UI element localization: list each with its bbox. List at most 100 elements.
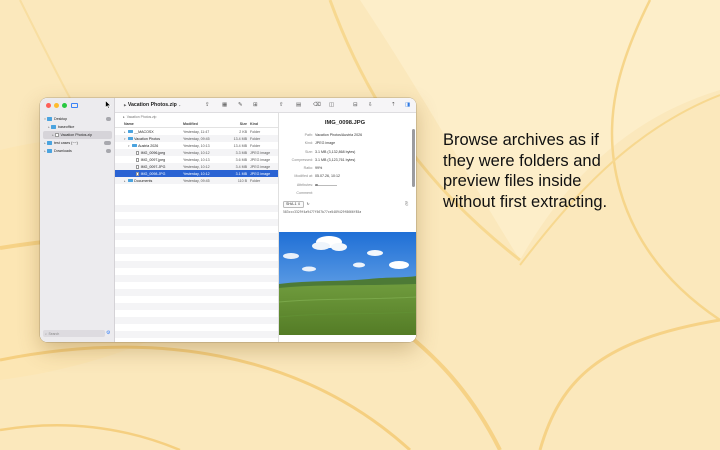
size-cell: 3.6 MB	[235, 157, 247, 162]
attributes-slider[interactable]	[315, 183, 337, 187]
size-cell: 3.3 MB	[235, 150, 247, 155]
folder-icon	[47, 141, 52, 145]
name-cell: ▾ Vacation Photos	[115, 137, 181, 141]
zoom-window-button[interactable]	[62, 103, 67, 108]
extract-icon[interactable]: ⇧	[279, 102, 284, 108]
property-key: Size:	[305, 149, 313, 154]
modified-cell: Yesterday, 09:45	[183, 136, 210, 141]
property-value: 05.07.26, 10:12	[315, 174, 340, 179]
sidebar-item-vacation-photos-zip[interactable]: ▸ Vacation Photos.zip	[43, 131, 112, 139]
refresh-icon[interactable]: ↻	[307, 202, 310, 206]
file-name: Vacation Photos	[134, 136, 160, 141]
delete-icon[interactable]: ⌫	[313, 102, 321, 108]
table-row[interactable]: ▾ Austria 2026 Yesterday, 10:13 13.4 MB Fold…	[115, 142, 278, 149]
table-row[interactable]: ▸ Documents Yesterday, 09:45 110 B Folder	[115, 177, 278, 184]
window-controls	[46, 103, 67, 108]
modified-cell: Yesterday, 10:12	[183, 164, 210, 169]
toolbox-icon[interactable]: ⊟	[353, 102, 358, 108]
hash-algorithm-label: SHA-1	[286, 202, 297, 207]
table-row[interactable]: ▸ __MACOSX Yesterday, 11:47 2 KB Folder	[115, 128, 278, 135]
size-cell: 13.4 MB	[233, 136, 247, 141]
minimize-window-button[interactable]	[54, 103, 59, 108]
sidebar-item-desktop[interactable]: ▾ Desktop	[40, 115, 115, 123]
tagline-line: preview files inside	[443, 172, 582, 190]
name-cell-content: ▸ Documents	[124, 179, 181, 183]
upload-icon[interactable]: ⇡	[391, 102, 396, 108]
table-row[interactable]: IMG_0097.JPG Yesterday, 10:12 3.4 MB JPEG i…	[115, 163, 278, 170]
kind-cell: Folder	[250, 178, 261, 183]
preview-scrollbar[interactable]	[412, 129, 415, 187]
kind-cell: Folder	[250, 143, 261, 148]
kind-cell: JPEG image	[250, 164, 271, 169]
chevron-down-icon[interactable]: ▾	[128, 144, 131, 148]
table-row[interactable]: ▾ Vacation Photos Yesterday, 09:45 13.4 MB F…	[115, 135, 278, 142]
chevron-down-icon[interactable]: ▾	[124, 137, 127, 141]
save-icon[interactable]: ⇩	[368, 102, 373, 108]
kind-cell: JPEG image	[250, 150, 271, 155]
folder-icon	[47, 117, 52, 121]
name-cell-content: IMG_0096.jpeg	[124, 150, 181, 155]
modified-cell: Yesterday, 10:13	[183, 157, 210, 162]
preview-panel-icon[interactable]: ◨	[405, 102, 410, 108]
edit-icon[interactable]: ✎	[238, 102, 243, 108]
file-name: Austria 2026	[138, 143, 159, 148]
name-cell: IMG_0097.jpeg	[115, 157, 181, 162]
sidebar-item-badge	[104, 140, 111, 145]
file-list: ▸ Vacation Photos.zip Name Modified Size…	[115, 113, 278, 342]
add-files-icon[interactable]: ⊞	[253, 102, 258, 108]
preview-property-row: Ratio: 99%	[279, 166, 411, 174]
image-file-icon	[136, 171, 140, 176]
preview-property-row: Kind: JPEG image	[279, 141, 411, 149]
file-name: IMG_0097.JPG	[140, 164, 166, 169]
table-row[interactable]: IMG_0096.jpeg Yesterday, 10:12 3.3 MB JPEG …	[115, 149, 278, 156]
property-key: Kind:	[304, 141, 313, 146]
archive-title[interactable]: ▶ Vacation Photos.zip ⌄	[124, 102, 181, 108]
modified-cell: Yesterday, 10:12	[183, 171, 210, 176]
modified-cell: Yesterday, 11:47	[183, 129, 210, 134]
tagline-line: without first extracting.	[443, 192, 608, 211]
chevron-down-icon[interactable]: ⌄	[178, 103, 181, 107]
close-window-button[interactable]	[46, 103, 51, 108]
sidebar-item-label: Desktop	[54, 117, 68, 121]
column-header-name[interactable]: Name	[115, 122, 181, 126]
column-header-modified[interactable]: Modified	[181, 122, 229, 126]
tagline-line: Browse archives as if	[443, 131, 599, 149]
sidebar-list: ▾ Desktop ▸ baseoffice ▸ Vacation Photos…	[40, 115, 115, 155]
kind-cell: Folder	[250, 129, 261, 134]
list-header: Name Modified Size Kind	[115, 120, 278, 128]
column-header-size[interactable]: Size	[229, 122, 248, 126]
copy-icon[interactable]: ⎘	[405, 201, 408, 206]
property-key: Modified at:	[294, 174, 313, 179]
column-header-kind[interactable]: Kind	[248, 122, 274, 126]
path-label[interactable]: Vacation Photos.zip	[127, 115, 157, 119]
zip-file-icon	[55, 132, 59, 138]
table-row[interactable]: IMG_0098.JPG Yesterday, 10:12 3.1 MB JPEG i…	[115, 170, 278, 177]
gear-icon[interactable]: ⚙	[106, 331, 110, 336]
hash-algorithm-select[interactable]: SHA-1 ⇕	[283, 201, 304, 208]
sidebar-item-test-cases[interactable]: ▸ test cases (~~)	[40, 139, 115, 147]
chevron-right-icon[interactable]: ▸	[124, 130, 127, 134]
folder-icon	[47, 149, 52, 153]
sidebar-item-baseoffice[interactable]: ▸ baseoffice	[40, 123, 115, 131]
table-row[interactable]: IMG_0097.jpeg Yesterday, 10:13 3.6 MB JPEG …	[115, 156, 278, 163]
sidebar-item-label: Downloads	[54, 149, 72, 153]
kind-cell: JPEG image	[250, 157, 271, 162]
compress-icon[interactable]: ▤	[296, 102, 301, 108]
folder-icon	[51, 125, 56, 129]
sidebar-search-input[interactable]: ⌕ Search	[43, 330, 105, 337]
property-value: JPEG image	[315, 141, 336, 146]
name-cell: ▸ __MACOSX	[115, 130, 181, 134]
share-icon[interactable]: ⇪	[205, 102, 210, 108]
name-cell-content: IMG_0097.jpeg	[124, 157, 181, 162]
archive-icon[interactable]: ▦	[222, 102, 227, 108]
name-cell: IMG_0098.JPG	[115, 171, 181, 176]
marketing-tagline: Browse archives as if they were folders …	[443, 130, 713, 212]
mouse-pointer-icon	[105, 100, 111, 109]
quicklook-icon[interactable]: ◫	[329, 102, 334, 108]
sidebar-toggle-icon[interactable]	[71, 103, 78, 108]
sidebar-item-label: Vacation Photos.zip	[60, 133, 93, 137]
sidebar-item-downloads[interactable]: ▸ Downloads	[40, 147, 115, 155]
property-value: 3.1 MB (3,123,761 bytes)	[315, 157, 356, 162]
chevron-right-icon[interactable]: ▸	[124, 179, 127, 183]
archive-title-label: Vacation Photos.zip	[127, 101, 177, 108]
